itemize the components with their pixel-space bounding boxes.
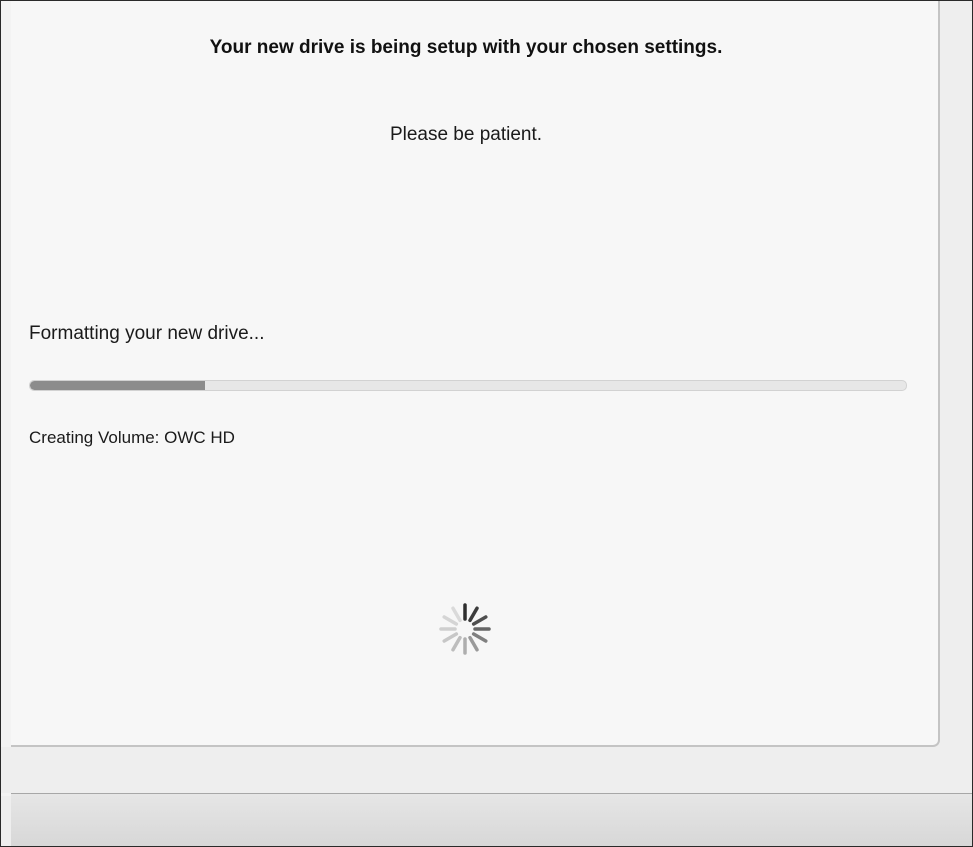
- status-headline: Your new drive is being setup with your …: [209, 37, 723, 58]
- progress-bar: [29, 380, 907, 391]
- setup-window: Your new drive is being setup with your …: [0, 0, 973, 847]
- spinner-spoke: [451, 606, 462, 623]
- spinner-spoke: [442, 615, 459, 626]
- window-bottom-gap: [1, 747, 972, 793]
- status-subline: Please be patient.: [389, 124, 543, 145]
- spinner-spoke: [451, 635, 462, 652]
- spinner-spoke: [471, 632, 488, 643]
- detail-label: Creating Volume: OWC HD: [29, 428, 235, 447]
- spinner-spoke: [468, 635, 479, 652]
- spinner-spoke: [471, 615, 488, 626]
- footer-bar: [11, 793, 972, 846]
- spinner-spoke: [442, 632, 459, 643]
- spinner-graphic: [439, 603, 491, 655]
- loading-spinner-icon: [437, 601, 493, 657]
- spinner-spoke: [468, 606, 479, 623]
- setup-content-panel: Your new drive is being setup with your …: [11, 1, 940, 747]
- task-label: Formatting your new drive...: [29, 323, 265, 344]
- progress-fill: [30, 381, 206, 390]
